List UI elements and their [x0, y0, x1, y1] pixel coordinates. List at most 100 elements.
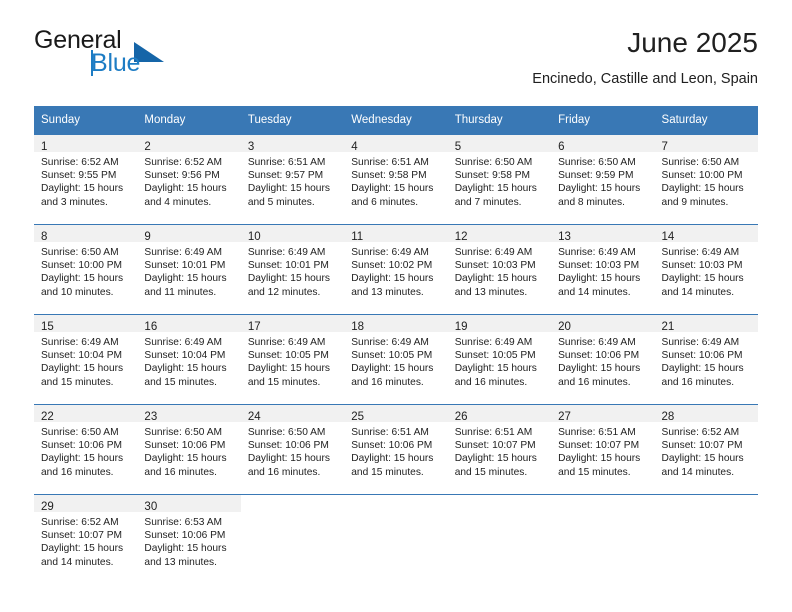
day-number: 27	[558, 411, 571, 423]
sunset-text: Sunset: 10:03 PM	[454, 260, 536, 272]
day-cell[interactable]: 2 Sunrise: 6:52 AM Sunset: 9:56 PM Daylight…	[137, 134, 241, 224]
day-cell[interactable]: 4 Sunrise: 6:51 AM Sunset: 9:58 PM Daylight…	[344, 134, 448, 224]
calendar-week-row: 15 Sunrise: 6:49 AM Sunset: 10:04 PM Daylig…	[34, 314, 758, 404]
day-number: 29	[41, 501, 54, 513]
sunset-text: Sunset: 10:06 PM	[661, 350, 743, 362]
day-cell[interactable]: 1 Sunrise: 6:52 AM Sunset: 9:55 PM Daylight…	[34, 134, 138, 224]
day-cell[interactable]: 20 Sunrise: 6:49 AM Sunset: 10:06 PM Daylig…	[551, 314, 655, 404]
day-cell[interactable]: 12 Sunrise: 6:49 AM Sunset: 10:03 PM Daylig…	[447, 224, 552, 314]
calendar-week-row: 1 Sunrise: 6:52 AM Sunset: 9:55 PM Daylight…	[34, 134, 758, 224]
daylight-text: Daylight: 15 hours and 4 minutes.	[144, 183, 227, 208]
sunrise-text: Sunrise: 6:49 AM	[661, 247, 740, 258]
day-number: 16	[144, 321, 158, 333]
sunrise-text: Sunrise: 6:51 AM	[454, 427, 533, 438]
daylight-text: Daylight: 15 hours and 16 minutes.	[558, 363, 641, 388]
day-number: 5	[454, 141, 462, 153]
day-cell[interactable]: 27 Sunrise: 6:51 AM Sunset: 10:07 PM Daylig…	[551, 404, 655, 494]
day-number: 2	[144, 141, 151, 153]
sunrise-text: Sunrise: 6:49 AM	[144, 247, 223, 258]
day-cell[interactable]: 17 Sunrise: 6:49 AM Sunset: 10:05 PM Daylig…	[240, 314, 345, 404]
day-cell[interactable]: 26 Sunrise: 6:51 AM Sunset: 10:07 PM Daylig…	[447, 404, 552, 494]
day-cell[interactable]: 29 Sunrise: 6:52 AM Sunset: 10:07 PM Daylig…	[34, 494, 138, 584]
sunrise-text: Sunrise: 6:50 AM	[41, 427, 119, 438]
day-cell[interactable]: 24 Sunrise: 6:50 AM Sunset: 10:06 PM Daylig…	[240, 404, 345, 494]
daylight-text: Daylight: 15 hours and 8 minutes.	[558, 183, 641, 208]
daylight-text: Daylight: 15 hours and 14 minutes.	[558, 273, 641, 298]
day-cell[interactable]: 18 Sunrise: 6:49 AM Sunset: 10:05 PM Daylig…	[344, 314, 448, 404]
day-cell-empty	[240, 494, 345, 584]
sunset-text: Sunset: 10:06 PM	[351, 440, 433, 452]
sunrise-text: Sunrise: 6:51 AM	[558, 427, 636, 438]
daylight-text: Daylight: 15 hours and 6 minutes.	[351, 183, 434, 208]
sunrise-text: Sunrise: 6:53 AM	[144, 517, 223, 528]
day-number: 24	[247, 411, 261, 423]
daylight-text: Daylight: 15 hours and 14 minutes.	[41, 543, 124, 568]
day-cell[interactable]: 28 Sunrise: 6:52 AM Sunset: 10:07 PM Daylig…	[654, 404, 758, 494]
sunrise-text: Sunrise: 6:50 AM	[41, 247, 119, 258]
day-number: 3	[247, 141, 255, 153]
sunset-text: Sunset: 9:56 PM	[144, 170, 220, 182]
day-cell[interactable]: 7 Sunrise: 6:50 AM Sunset: 10:00 PM Dayligh…	[654, 134, 758, 224]
sunrise-text: Sunrise: 6:52 AM	[144, 157, 223, 168]
day-cell[interactable]: 5 Sunrise: 6:50 AM Sunset: 9:58 PM Daylight…	[447, 134, 552, 224]
sunset-text: Sunset: 10:05 PM	[454, 350, 536, 362]
day-cell[interactable]: 30 Sunrise: 6:53 AM Sunset: 10:06 PM Daylig…	[137, 494, 241, 584]
day-cell[interactable]: 10 Sunrise: 6:49 AM Sunset: 10:01 PM Daylig…	[240, 224, 345, 314]
day-number: 9	[144, 231, 151, 243]
sunset-text: Sunset: 10:00 PM	[661, 170, 743, 182]
day-number: 26	[454, 411, 468, 423]
day-number: 12	[454, 231, 468, 243]
daylight-text: Daylight: 15 hours and 16 minutes.	[661, 363, 744, 388]
day-number: 4	[351, 141, 358, 153]
day-cell[interactable]: 21 Sunrise: 6:49 AM Sunset: 10:06 PM Daylig…	[654, 314, 758, 404]
sunrise-text: Sunrise: 6:49 AM	[454, 337, 533, 348]
generalblue-logo[interactable]: General Blue	[34, 28, 254, 88]
weekday-header-friday: Friday	[551, 106, 655, 134]
day-cell[interactable]: 3 Sunrise: 6:51 AM Sunset: 9:57 PM Daylight…	[240, 134, 345, 224]
weekday-header-saturday: Saturday	[654, 106, 758, 134]
day-cell[interactable]: 6 Sunrise: 6:50 AM Sunset: 9:59 PM Daylight…	[551, 134, 655, 224]
daylight-text: Daylight: 15 hours and 15 minutes.	[144, 363, 227, 388]
day-cell[interactable]: 14 Sunrise: 6:49 AM Sunset: 10:03 PM Daylig…	[654, 224, 758, 314]
day-cell[interactable]: 9 Sunrise: 6:49 AM Sunset: 10:01 PM Dayligh…	[137, 224, 241, 314]
sunrise-sunset-calendar: Sunday Monday Tuesday Wednesday Thursday…	[34, 106, 758, 584]
logo-text-blue: Blue	[91, 49, 141, 77]
sunset-text: Sunset: 10:00 PM	[41, 260, 122, 272]
day-number: 28	[661, 411, 675, 423]
sunset-text: Sunset: 9:57 PM	[247, 170, 324, 182]
day-cell[interactable]: 23 Sunrise: 6:50 AM Sunset: 10:06 PM Daylig…	[137, 404, 241, 494]
sunrise-text: Sunrise: 6:49 AM	[41, 337, 119, 348]
sunset-text: Sunset: 9:58 PM	[454, 170, 531, 182]
sunset-text: Sunset: 10:02 PM	[351, 260, 433, 272]
sunrise-text: Sunrise: 6:51 AM	[247, 157, 326, 168]
sunset-text: Sunset: 10:06 PM	[144, 530, 226, 542]
day-cell-empty	[447, 494, 552, 584]
day-number: 19	[454, 321, 468, 333]
day-cell[interactable]: 13 Sunrise: 6:49 AM Sunset: 10:03 PM Daylig…	[551, 224, 655, 314]
sunrise-text: Sunrise: 6:49 AM	[351, 337, 429, 348]
sunset-text: Sunset: 9:58 PM	[351, 170, 427, 182]
day-cell[interactable]: 19 Sunrise: 6:49 AM Sunset: 10:05 PM Daylig…	[447, 314, 552, 404]
day-cell[interactable]: 11 Sunrise: 6:49 AM Sunset: 10:02 PM Daylig…	[344, 224, 448, 314]
daylight-text: Daylight: 15 hours and 16 minutes.	[454, 363, 537, 388]
sunset-text: Sunset: 10:07 PM	[41, 530, 122, 542]
day-number: 15	[41, 321, 54, 333]
day-cell[interactable]: 22 Sunrise: 6:50 AM Sunset: 10:06 PM Daylig…	[34, 404, 138, 494]
daylight-text: Daylight: 15 hours and 16 minutes.	[144, 453, 227, 478]
sunset-text: Sunset: 10:01 PM	[247, 260, 329, 272]
sunrise-text: Sunrise: 6:50 AM	[247, 427, 326, 438]
weekday-header-wednesday: Wednesday	[344, 106, 448, 134]
day-cell[interactable]: 25 Sunrise: 6:51 AM Sunset: 10:06 PM Daylig…	[344, 404, 448, 494]
day-number: 13	[558, 231, 571, 243]
sunset-text: Sunset: 10:03 PM	[661, 260, 743, 272]
day-cell[interactable]: 16 Sunrise: 6:49 AM Sunset: 10:04 PM Daylig…	[137, 314, 241, 404]
day-cell[interactable]: 8 Sunrise: 6:50 AM Sunset: 10:00 PM Dayligh…	[34, 224, 138, 314]
sunrise-text: Sunrise: 6:49 AM	[558, 247, 636, 258]
sunset-text: Sunset: 10:04 PM	[41, 350, 122, 362]
sunset-text: Sunset: 9:55 PM	[41, 170, 117, 182]
day-number: 14	[661, 231, 675, 243]
daylight-text: Daylight: 15 hours and 15 minutes.	[41, 363, 124, 388]
day-cell-empty	[551, 494, 655, 584]
sunrise-text: Sunrise: 6:49 AM	[454, 247, 533, 258]
day-cell[interactable]: 15 Sunrise: 6:49 AM Sunset: 10:04 PM Daylig…	[34, 314, 138, 404]
